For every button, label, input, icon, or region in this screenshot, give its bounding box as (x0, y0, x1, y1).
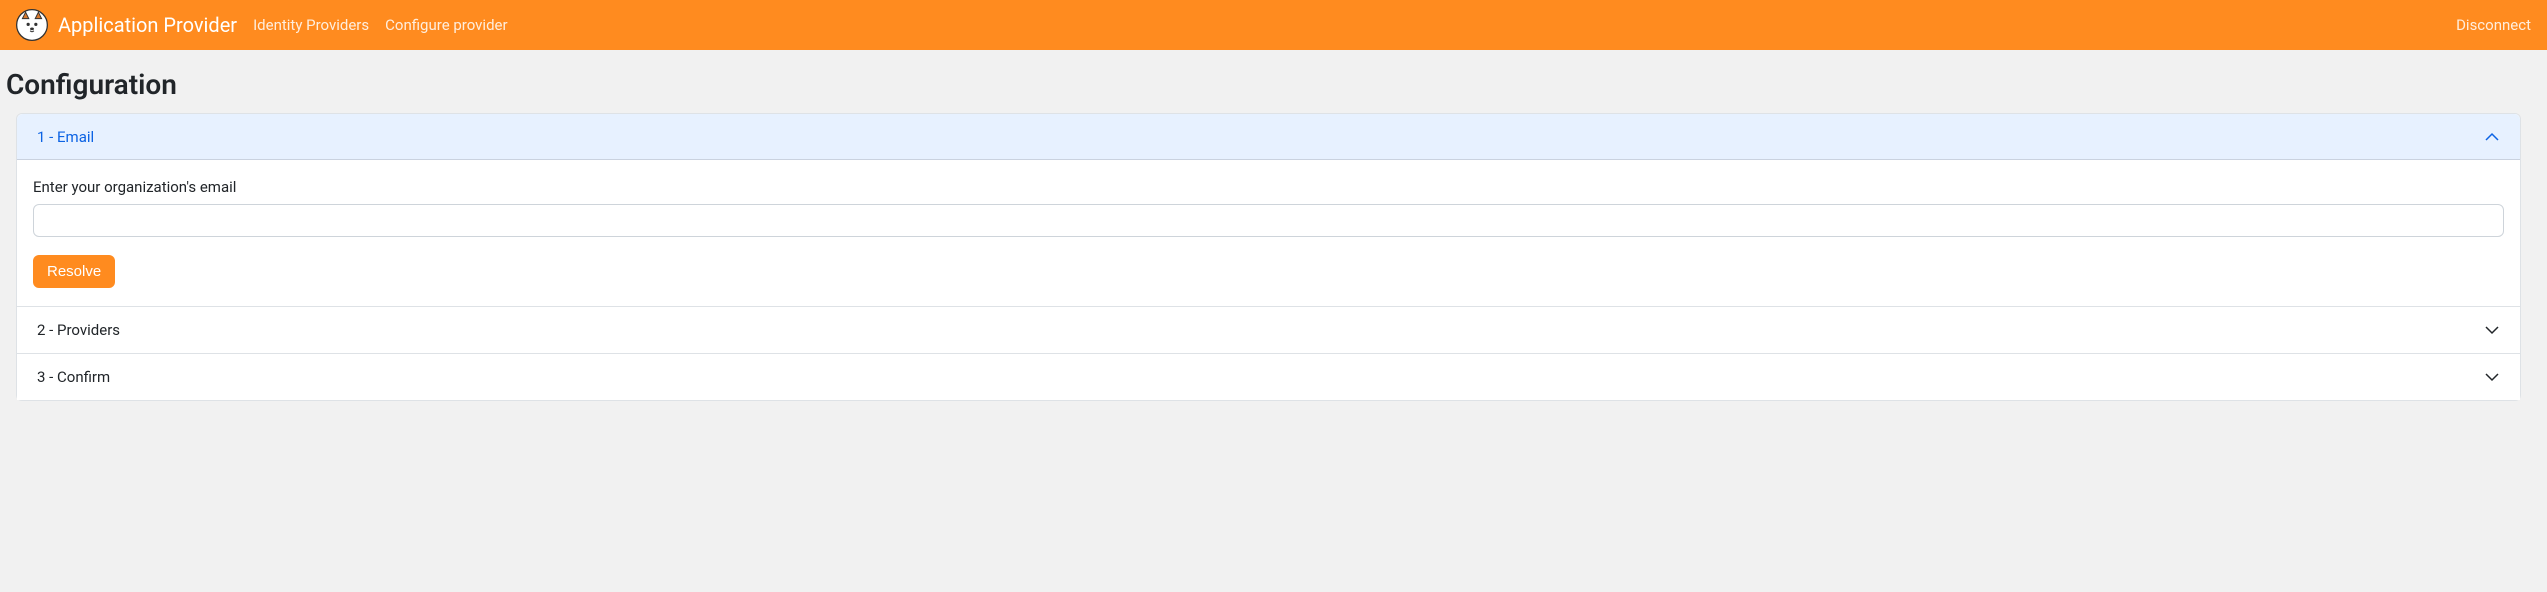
chevron-up-icon (2484, 129, 2500, 145)
chevron-down-icon (2484, 369, 2500, 385)
accordion-header-confirm[interactable]: 3 - Confirm (17, 354, 2520, 400)
navbar-brand[interactable]: Application Provider (16, 9, 237, 41)
accordion-body-email: Enter your organization's email Resolve (17, 160, 2520, 306)
email-input[interactable] (33, 204, 2504, 237)
nav-link-configure-provider[interactable]: Configure provider (385, 16, 507, 34)
accordion-step-confirm: 3 - Confirm (17, 354, 2520, 400)
accordion-step-providers: 2 - Providers (17, 307, 2520, 354)
nav-link-identity-providers[interactable]: Identity Providers (253, 16, 369, 34)
accordion-step-email: 1 - Email Enter your organization's emai… (17, 114, 2520, 307)
resolve-button[interactable]: Resolve (33, 255, 115, 288)
app-logo-icon (16, 9, 48, 41)
page-title: Configuration (6, 68, 2531, 101)
accordion-header-providers[interactable]: 2 - Providers (17, 307, 2520, 353)
accordion-label: 2 - Providers (37, 321, 120, 339)
accordion: 1 - Email Enter your organization's emai… (16, 113, 2521, 401)
disconnect-link[interactable]: Disconnect (2456, 16, 2531, 34)
accordion-label: 1 - Email (37, 128, 94, 146)
accordion-label: 3 - Confirm (37, 368, 110, 386)
navbar-nav: Identity Providers Configure provider (253, 16, 2456, 34)
chevron-down-icon (2484, 322, 2500, 338)
navbar: Application Provider Identity Providers … (0, 0, 2547, 50)
brand-title: Application Provider (58, 13, 237, 37)
accordion-header-email[interactable]: 1 - Email (17, 114, 2520, 160)
email-prompt-label: Enter your organization's email (33, 178, 2504, 196)
page-container: Configuration 1 - Email Enter your organ… (0, 50, 2547, 421)
